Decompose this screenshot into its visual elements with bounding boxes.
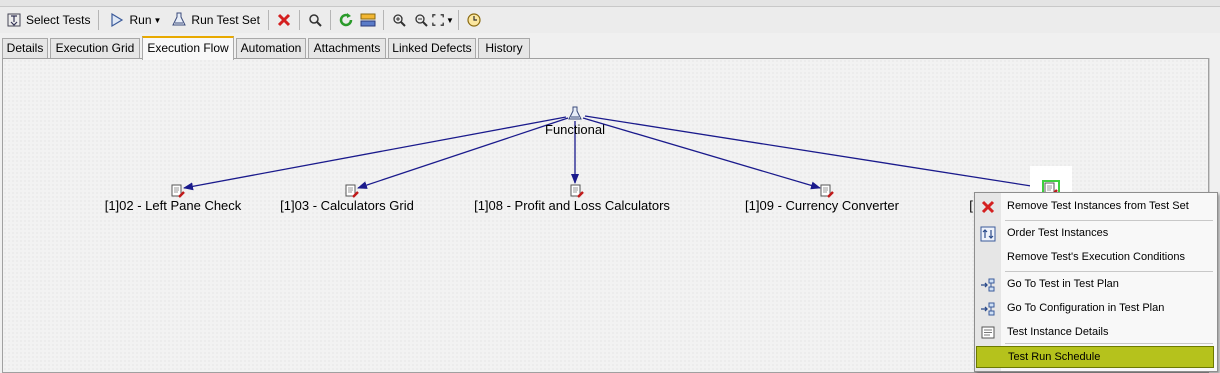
menu-separator — [1005, 271, 1213, 272]
test-instance-icon[interactable] — [820, 184, 834, 198]
menu-item-label: Order Test Instances — [1007, 227, 1109, 239]
flow-edge — [582, 117, 821, 190]
tab-execution-flow[interactable]: Execution Flow — [142, 36, 234, 60]
details-icon — [981, 326, 995, 339]
flow-edge — [183, 116, 567, 191]
menu-item-label: Go To Test in Test Plan — [1007, 278, 1119, 290]
menu-item-label: Test Run Schedule — [1008, 351, 1101, 363]
menu-item-go-to-test[interactable]: Go To Test in Test Plan — [975, 273, 1217, 295]
test-set-root-icon[interactable] — [567, 106, 583, 122]
test-instance-label[interactable]: [1]02 - Left Pane Check — [105, 198, 242, 213]
test-instance-label[interactable]: [1]03 - Calculators Grid — [280, 198, 414, 213]
test-instance-label[interactable]: [1]09 - Currency Converter — [745, 198, 899, 213]
test-instance-icon[interactable] — [570, 184, 584, 198]
menu-separator — [1005, 220, 1213, 221]
context-menu: Remove Test Instances from Test Set Orde… — [974, 192, 1218, 372]
menu-item-label: Go To Configuration in Test Plan — [1007, 302, 1165, 314]
test-instance-label[interactable]: [ — [969, 198, 973, 213]
order-icon — [980, 226, 996, 242]
menu-item-test-instance-details[interactable]: Test Instance Details — [975, 321, 1217, 343]
go-to-test-icon — [981, 278, 995, 292]
test-instance-icon[interactable] — [345, 184, 359, 198]
test-set-root-label[interactable]: Functional — [545, 122, 605, 137]
menu-item-go-to-configuration[interactable]: Go To Configuration in Test Plan — [975, 297, 1217, 319]
menu-item-label: Remove Test Instances from Test Set — [1007, 200, 1189, 212]
menu-item-label: Test Instance Details — [1007, 326, 1109, 338]
remove-icon — [981, 200, 995, 214]
test-instance-label[interactable]: [1]08 - Profit and Loss Calculators — [474, 198, 670, 213]
menu-item-remove-execution-conditions[interactable]: Remove Test's Execution Conditions — [975, 246, 1217, 268]
menu-item-test-run-schedule[interactable]: Test Run Schedule — [976, 346, 1214, 368]
test-instance-icon[interactable] — [171, 184, 185, 198]
flow-edge — [584, 115, 1045, 191]
flow-edge — [357, 117, 569, 189]
menu-separator — [1005, 343, 1213, 344]
menu-item-remove-test-instances[interactable]: Remove Test Instances from Test Set — [975, 195, 1217, 217]
menu-item-label: Remove Test's Execution Conditions — [1007, 251, 1185, 263]
go-to-configuration-icon — [981, 302, 995, 316]
menu-item-order-test-instances[interactable]: Order Test Instances — [975, 222, 1217, 244]
